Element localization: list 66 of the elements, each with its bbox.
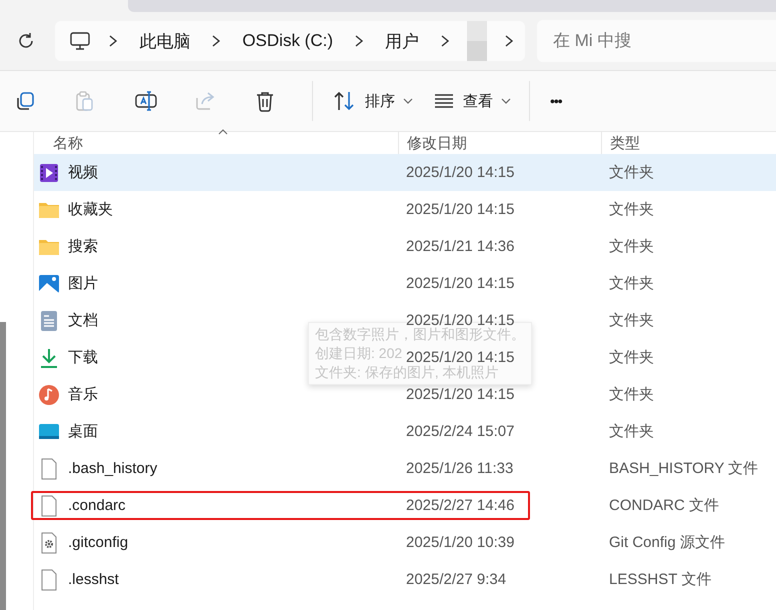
picture-folder-icon [38, 272, 60, 294]
chevron-icon [439, 34, 451, 48]
modified-date: 2025/2/24 15:07 [405, 423, 516, 440]
selected-row[interactable]: 视频 2025/1/20 14:15 文件夹 [34, 154, 776, 191]
file-name: .bash_history [68, 460, 158, 477]
modified-date: 2025/1/26 11:33 [405, 460, 514, 477]
modified-date: 2025/1/20 14:15 [405, 349, 516, 366]
file-type: 文件夹 [608, 348, 655, 367]
copy-icon [14, 90, 36, 112]
file-name: 图片 [68, 274, 98, 293]
computer-icon[interactable] [69, 30, 92, 52]
modified-date: 2025/1/20 14:15 [405, 201, 516, 218]
modified-date: 2025/1/20 14:15 [405, 164, 516, 181]
chevron-icon [107, 34, 120, 48]
column-header[interactable]: 名称 [34, 132, 398, 154]
modified-date: 2025/1/20 10:39 [405, 534, 516, 551]
address-bar[interactable]: 此电脑 OSDisk (C:) 用户 [55, 21, 525, 61]
file-name: .lesshst [68, 571, 119, 588]
view-button[interactable]: 查看 [427, 81, 517, 121]
share-icon [194, 90, 216, 112]
chevron-icon [503, 34, 515, 48]
file-type: 文件夹 [608, 163, 655, 182]
delete-icon [254, 90, 276, 112]
file-name: .condarc [68, 497, 126, 514]
breadcrumb-item[interactable]: OSDisk (C:) [230, 31, 345, 51]
download-icon [38, 346, 60, 368]
modified-date: 2025/1/20 14:15 [405, 275, 516, 292]
file-type: 文件夹 [608, 200, 655, 219]
file-name: 搜索 [68, 237, 98, 256]
file-type: 文件夹 [608, 311, 655, 330]
breadcrumb-item[interactable]: 此电脑 [127, 30, 202, 52]
redacted-block [467, 21, 487, 61]
rename-icon [134, 90, 158, 112]
file-name: 下载 [68, 348, 98, 367]
file-type: 文件夹 [608, 385, 655, 404]
modified-date: 2025/1/21 14:36 [405, 238, 516, 255]
modified-date: 2025/1/20 14:15 [405, 312, 516, 329]
more-button[interactable]: ••• [544, 81, 584, 121]
caret-icon [403, 98, 413, 104]
modified-date: 2025/2/27 9:34 [405, 571, 508, 588]
sort-caret-icon [218, 129, 228, 135]
modified-date: 2025/1/20 14:15 [405, 386, 516, 403]
file-name: 视频 [68, 163, 98, 182]
file-name: 音乐 [68, 385, 98, 404]
file-name: 收藏夹 [68, 200, 113, 219]
breadcrumb-item[interactable]: 用户 [373, 30, 431, 52]
file-type: Git Config 源文件 [608, 533, 726, 552]
file-type: 文件夹 [608, 422, 655, 441]
file-type: 文件夹 [608, 237, 655, 256]
caret-icon [501, 98, 511, 104]
sort-button[interactable]: 排序 [327, 81, 419, 121]
file-type: 文件夹 [608, 274, 655, 293]
chevron-icon [210, 34, 222, 48]
file-name: .gitconfig [68, 534, 128, 551]
video-folder-icon [38, 162, 60, 184]
file-name: 桌面 [68, 422, 98, 441]
music-icon [38, 384, 60, 406]
chevron-icon [353, 34, 365, 48]
file-name: 文档 [68, 311, 98, 330]
document-folder-icon [38, 310, 60, 332]
file-type: LESSHST 文件 [608, 570, 712, 589]
search-field[interactable]: 在 Mi 中搜 [537, 20, 776, 62]
refresh-icon[interactable] [16, 32, 35, 50]
file-type: BASH_HISTORY 文件 [608, 459, 760, 478]
file-type: CONDARC 文件 [608, 496, 720, 515]
modified-date: 2025/2/27 14:46 [405, 497, 516, 514]
